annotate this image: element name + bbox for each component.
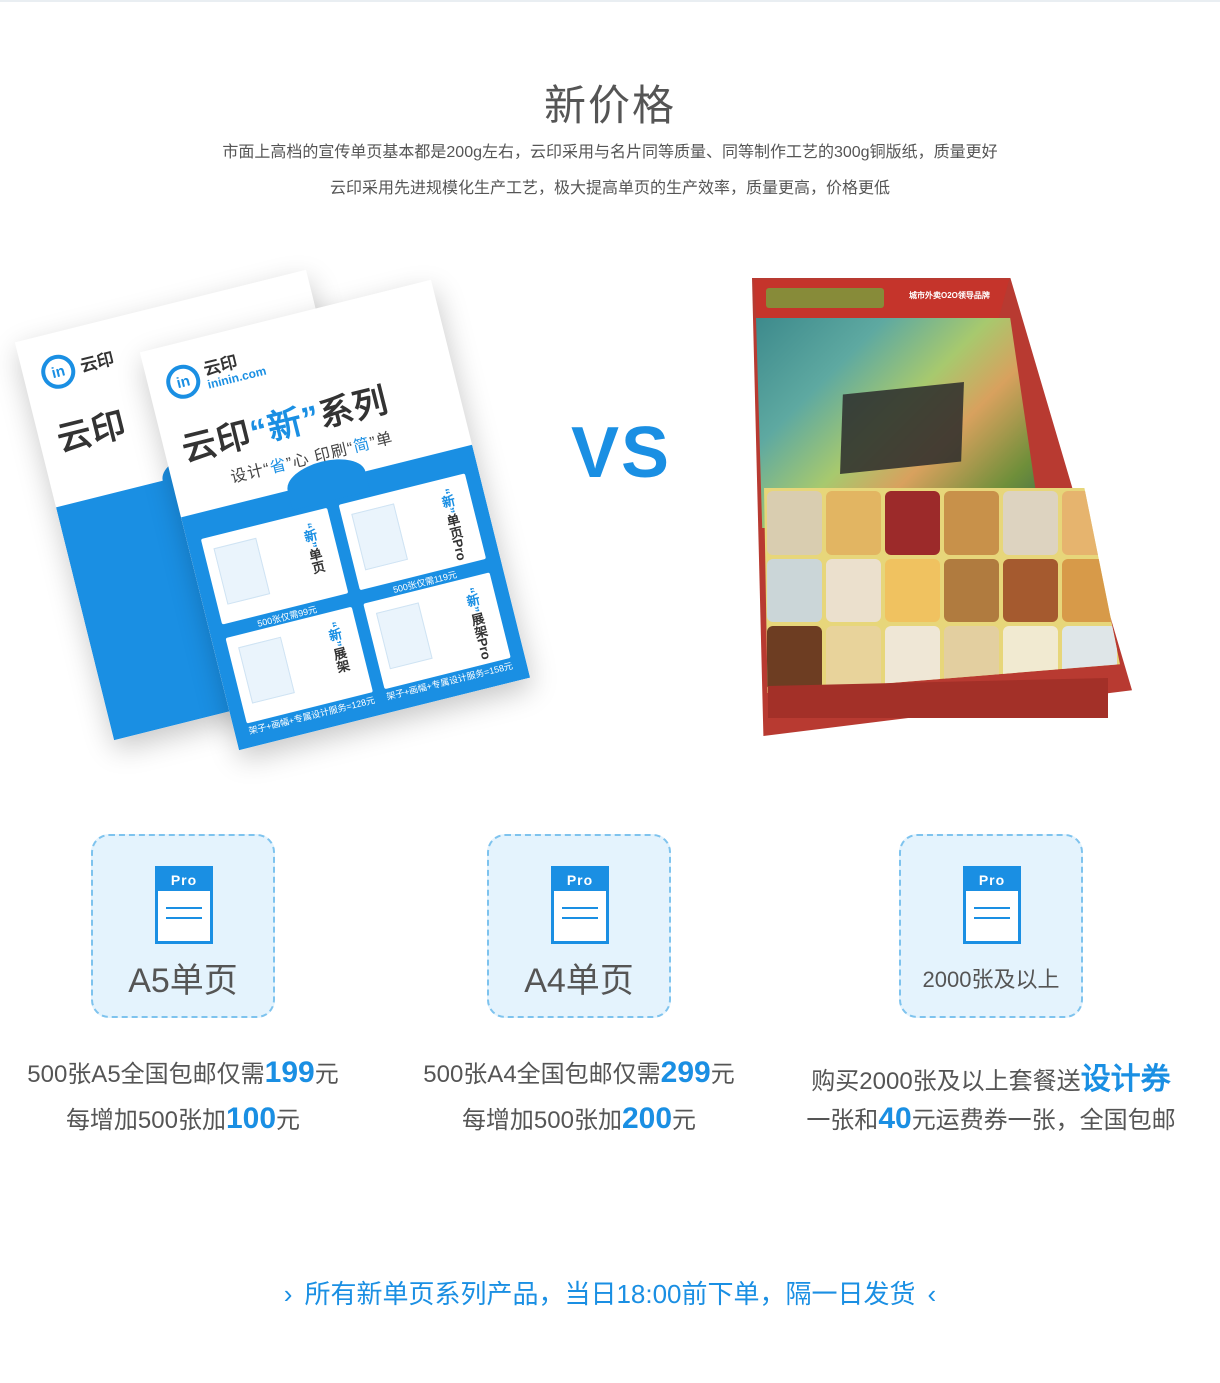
- package-2000-label: 2000张及以上: [922, 967, 1060, 992]
- shipping-notice: › 所有新单页系列产品，当日18:00前下单，隔一日发货 ‹: [0, 1274, 1220, 1311]
- package-a5-card: Pro A5单页: [91, 834, 275, 1018]
- top-divider: [0, 0, 1220, 2]
- magazine-food-grid: [764, 488, 1120, 693]
- brand-logo-icon: in: [162, 361, 204, 403]
- chevron-left-icon: ‹: [927, 1279, 937, 1309]
- package-a5-desc-line1: 500张A5全国包邮仅需199元: [27, 1056, 339, 1089]
- package-2000-card: Pro 2000张及以上: [899, 834, 1083, 1018]
- pro-document-icon: Pro: [551, 866, 609, 944]
- package-a5-label: A5单页: [128, 962, 238, 1000]
- package-2000-desc-line1: 购买2000张及以上套餐送设计券: [811, 1063, 1171, 1096]
- flyer-back-headline: 云印: [53, 405, 131, 460]
- magazine-laptop: [840, 381, 964, 475]
- flyer-back-brand: in 云印: [37, 341, 118, 393]
- shipping-notice-text: 所有新单页系列产品，当日18:00前下单，隔一日发货: [304, 1279, 916, 1309]
- vs-label: VS: [571, 413, 672, 493]
- package-a5-desc-line2: 每增加500张加100元: [65, 1102, 301, 1135]
- competitor-flyer-image: 城市外卖O2O领导品牌: [752, 278, 1132, 736]
- package-a4-desc-line1: 500张A4全国包邮仅需299元: [423, 1056, 735, 1089]
- brand-name: 云印: [78, 348, 116, 376]
- flyer-brand: in 云印 ininin.com: [162, 345, 268, 403]
- brand-logo-icon: in: [37, 351, 79, 393]
- blurred-logo: [766, 288, 884, 308]
- magazine-tag: 城市外卖O2O领导品牌: [909, 291, 990, 300]
- package-a4-card: Pro A4单页: [487, 834, 671, 1018]
- package-2000-desc-line2: 一张和40元运费券一张，全国包邮: [806, 1102, 1176, 1135]
- pro-document-icon: Pro: [963, 866, 1021, 944]
- yunyin-flyer-image: in 云印 云印 in 云印 ininin.com 云印“新”系列 设计“省”心…: [14, 250, 550, 790]
- section-title: 新价格: [543, 82, 676, 129]
- chevron-right-icon: ›: [283, 1279, 293, 1309]
- package-a4-label: A4单页: [524, 962, 634, 1000]
- pro-document-icon: Pro: [155, 866, 213, 944]
- section-subtitle-2: 云印采用先进规模化生产工艺，极大提高单页的生产效率，质量更高，价格更低: [329, 180, 890, 197]
- package-a4-desc-line2: 每增加500张加200元: [461, 1102, 697, 1135]
- section-subtitle-1: 市面上高档的宣传单页基本都是200g左右，云印采用与名片同等质量、同等制作工艺的…: [222, 144, 998, 161]
